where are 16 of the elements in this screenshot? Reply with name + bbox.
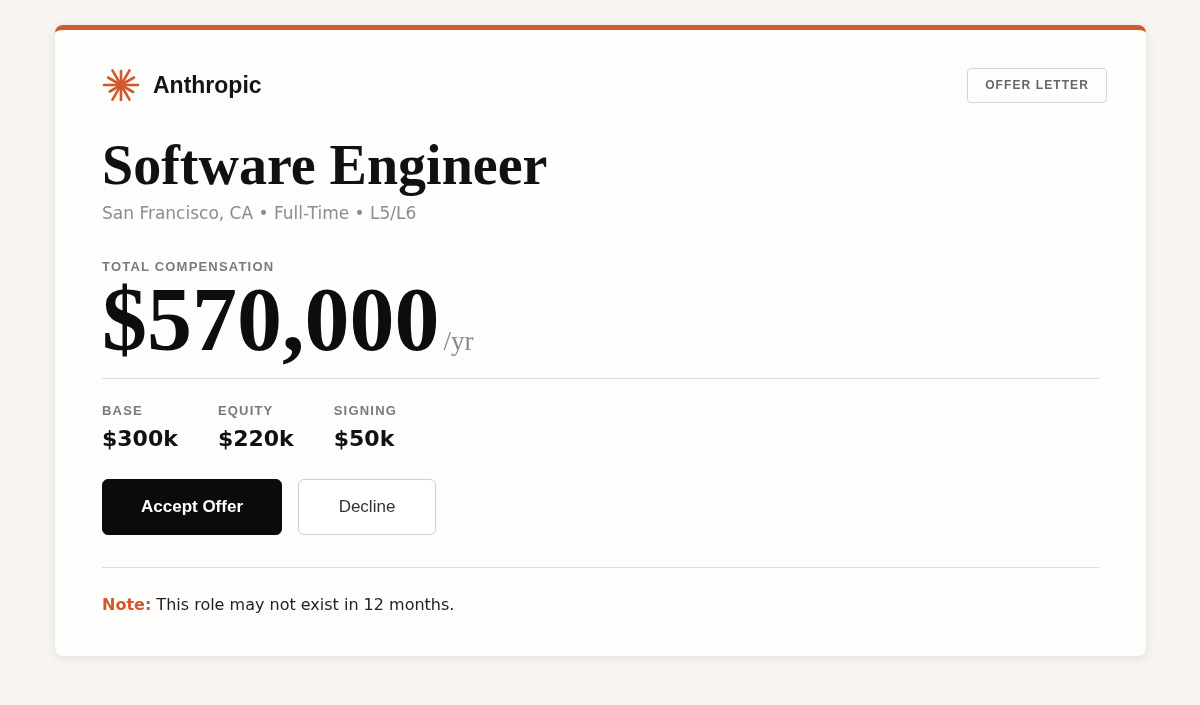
- compensation-label: TOTAL COMPENSATION: [102, 259, 276, 274]
- job-details: San Francisco, CA • Full-Time • L5/L6: [102, 203, 418, 223]
- breakdown-label: EQUITY: [217, 403, 275, 418]
- brand-name: Anthropic: [153, 71, 262, 99]
- job-title: Software Engineer: [102, 135, 549, 195]
- accept-button[interactable]: Accept Offer: [102, 479, 282, 535]
- decline-button[interactable]: Decline: [298, 479, 436, 535]
- compensation-period: /yr: [443, 326, 474, 357]
- offer-letter-badge: OFFER LETTER: [967, 67, 1107, 103]
- breakdown-label: BASE: [102, 403, 144, 418]
- breakdown-value: $300k: [102, 426, 178, 451]
- breakdown-value: $50k: [333, 426, 396, 451]
- breakdown-label: SIGNING: [333, 403, 398, 418]
- starburst-logo-icon: [102, 66, 140, 104]
- breakdown-value: $220k: [217, 426, 294, 451]
- note-text: Note: This role may not exist in 12 months.: [102, 595, 456, 614]
